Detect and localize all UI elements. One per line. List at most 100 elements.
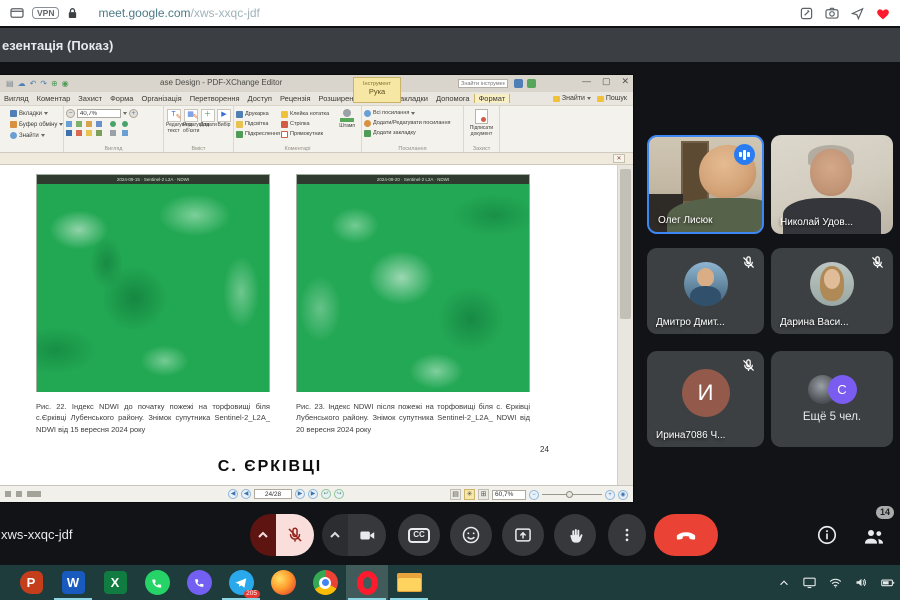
zoom-in-icon[interactable]: ⊕: [51, 80, 58, 88]
undo-icon[interactable]: ↶: [30, 80, 37, 88]
next-view-button[interactable]: ↪: [334, 489, 344, 499]
underline-button[interactable]: Підкреслення: [236, 129, 278, 139]
status-icon[interactable]: [16, 491, 22, 497]
menu-item[interactable]: Організація: [137, 94, 185, 103]
zoom-out-button[interactable]: −: [66, 109, 75, 118]
taskbar-file-explorer[interactable]: [388, 565, 430, 600]
tray-wifi-icon[interactable]: [828, 575, 843, 590]
sign-document-button[interactable]: Підписати документ: [466, 109, 497, 137]
zoom-in-button[interactable]: +: [605, 490, 615, 500]
tabs-button[interactable]: Вкладки: [10, 108, 61, 119]
edit-page-icon[interactable]: [800, 7, 813, 20]
mic-options-chevron[interactable]: [250, 514, 276, 556]
clipboard-button[interactable]: Буфер обміну: [10, 119, 61, 130]
hand-tool-icon[interactable]: ✳: [464, 489, 475, 500]
address-url[interactable]: meet.google.com/xws-xxqc-jdf: [98, 6, 259, 20]
taskbar-word[interactable]: W: [52, 565, 94, 600]
status-icon[interactable]: [5, 491, 11, 497]
zoom-in-button[interactable]: +: [129, 109, 138, 118]
menu-item[interactable]: Форма: [106, 94, 137, 103]
pdf-titlebar[interactable]: ▤ ☁ ↶ ↷ ⊕ ◉: [0, 75, 633, 92]
menu-item[interactable]: Вигляд: [0, 94, 33, 103]
tray-display-icon[interactable]: [802, 575, 817, 590]
all-links-button[interactable]: Всі посилання: [364, 108, 461, 118]
participant-tile-oleg[interactable]: Олег Лисюк: [647, 135, 764, 234]
tab-icon[interactable]: [10, 7, 24, 19]
typewriter-button[interactable]: Друкарка: [236, 109, 278, 119]
bookmark-heart-icon[interactable]: [876, 7, 890, 20]
camera-button[interactable]: [348, 514, 386, 556]
maximize-button[interactable]: ▢: [602, 76, 611, 87]
edit-objects-button[interactable]: ▦✎Редагувати об'єкти: [183, 109, 198, 144]
scrollbar-thumb[interactable]: [620, 169, 631, 319]
more-participants-tile[interactable]: C Ещё 5 чел.: [771, 351, 893, 447]
last-page-button[interactable]: ▶: [308, 489, 318, 499]
page-number-input[interactable]: [254, 489, 292, 499]
add-edit-link-button[interactable]: Додати/Редагувати посилання: [364, 118, 461, 128]
menu-item-format[interactable]: Формат: [474, 94, 511, 103]
meeting-info-button[interactable]: [816, 524, 838, 546]
taskbar-chrome[interactable]: [304, 565, 346, 600]
menu-item[interactable]: Перетворення: [186, 94, 244, 103]
highlight-button[interactable]: Підсвітка: [236, 119, 278, 129]
first-page-button[interactable]: ◀: [228, 489, 238, 499]
quick-access-toolbar[interactable]: ▤ ☁ ↶ ↷ ⊕ ◉: [6, 80, 69, 88]
prev-view-button[interactable]: ↩: [321, 489, 331, 499]
strip-close-icon[interactable]: ✕: [613, 154, 625, 163]
zoom-percent-input[interactable]: [492, 490, 526, 500]
captions-button[interactable]: CC: [398, 514, 440, 556]
reactions-button[interactable]: [450, 514, 492, 556]
page-layout-icon[interactable]: ▤: [450, 489, 461, 500]
arrow-button[interactable]: Стрілка: [281, 119, 332, 129]
tray-volume-icon[interactable]: [854, 575, 869, 590]
view-tools-icons[interactable]: [66, 121, 152, 138]
share-send-icon[interactable]: [851, 7, 864, 20]
pdf-document-page[interactable]: 2024-09-15 · Sentinel-2 L2A · NDWI 2024-…: [0, 165, 633, 485]
next-page-button[interactable]: ▶: [295, 489, 305, 499]
edit-text-button[interactable]: T✎Редагувати текст: [166, 109, 181, 144]
participant-tile-iryna[interactable]: И Ирина7086 Ч...: [647, 351, 764, 447]
cloud-icon[interactable]: ☁: [18, 80, 26, 88]
fit-page-button[interactable]: ◉: [618, 490, 628, 500]
taskbar-firefox[interactable]: [262, 565, 304, 600]
contextual-tool-tab[interactable]: Інструмент Рука: [353, 77, 401, 103]
prev-page-button[interactable]: ◀: [241, 489, 251, 499]
participant-tile-daryna[interactable]: Дарина Васи...: [771, 248, 893, 334]
sticky-note-button[interactable]: Клейка нотатка: [281, 109, 332, 119]
find-menu-button[interactable]: Знайти: [553, 95, 591, 102]
redo-icon[interactable]: ↷: [40, 80, 47, 88]
search-menu-button[interactable]: Пошук: [597, 95, 627, 102]
vpn-badge[interactable]: VPN: [32, 7, 59, 20]
rectangle-button[interactable]: Прямокутник: [281, 129, 332, 139]
zoom-out-button[interactable]: −: [529, 490, 539, 500]
zoom-level-input[interactable]: [77, 109, 121, 118]
save-icon[interactable]: ▤: [6, 80, 14, 88]
participant-tile-dmytro[interactable]: Дмитро Дмит...: [647, 248, 764, 334]
menu-item[interactable]: Доступ: [244, 94, 276, 103]
snapshot-tool-icon[interactable]: ⊞: [478, 489, 489, 500]
mic-muted-button[interactable]: [276, 514, 314, 556]
find-button[interactable]: Знайти: [10, 130, 61, 141]
taskbar-excel[interactable]: X: [94, 565, 136, 600]
end-call-button[interactable]: [654, 514, 718, 556]
taskbar-viber[interactable]: [178, 565, 220, 600]
minimize-button[interactable]: —: [582, 76, 591, 87]
locate-icon[interactable]: ◉: [62, 80, 69, 88]
lock-icon[interactable]: [67, 7, 78, 19]
raise-hand-button[interactable]: [554, 514, 596, 556]
snapshot-camera-icon[interactable]: [825, 7, 839, 19]
menu-item[interactable]: Рецензія: [276, 94, 315, 103]
tray-chevron-icon[interactable]: [777, 576, 791, 590]
present-screen-button[interactable]: [502, 514, 544, 556]
taskbar-telegram[interactable]: 205: [220, 565, 262, 600]
menu-item[interactable]: Коментар: [33, 94, 75, 103]
select-button[interactable]: ▶Вибір: [217, 109, 231, 144]
vertical-scrollbar[interactable]: [617, 165, 633, 485]
menu-item[interactable]: Допомога: [432, 94, 474, 103]
pdf-search-input[interactable]: [458, 79, 508, 88]
titlebar-tool-icon-blue[interactable]: [514, 79, 523, 88]
zoom-slider[interactable]: [542, 489, 602, 500]
participant-tile-nikolay[interactable]: Николай Удов...: [771, 135, 893, 234]
camera-options-chevron[interactable]: [322, 514, 348, 556]
add-button[interactable]: ＋Додати: [200, 109, 215, 144]
